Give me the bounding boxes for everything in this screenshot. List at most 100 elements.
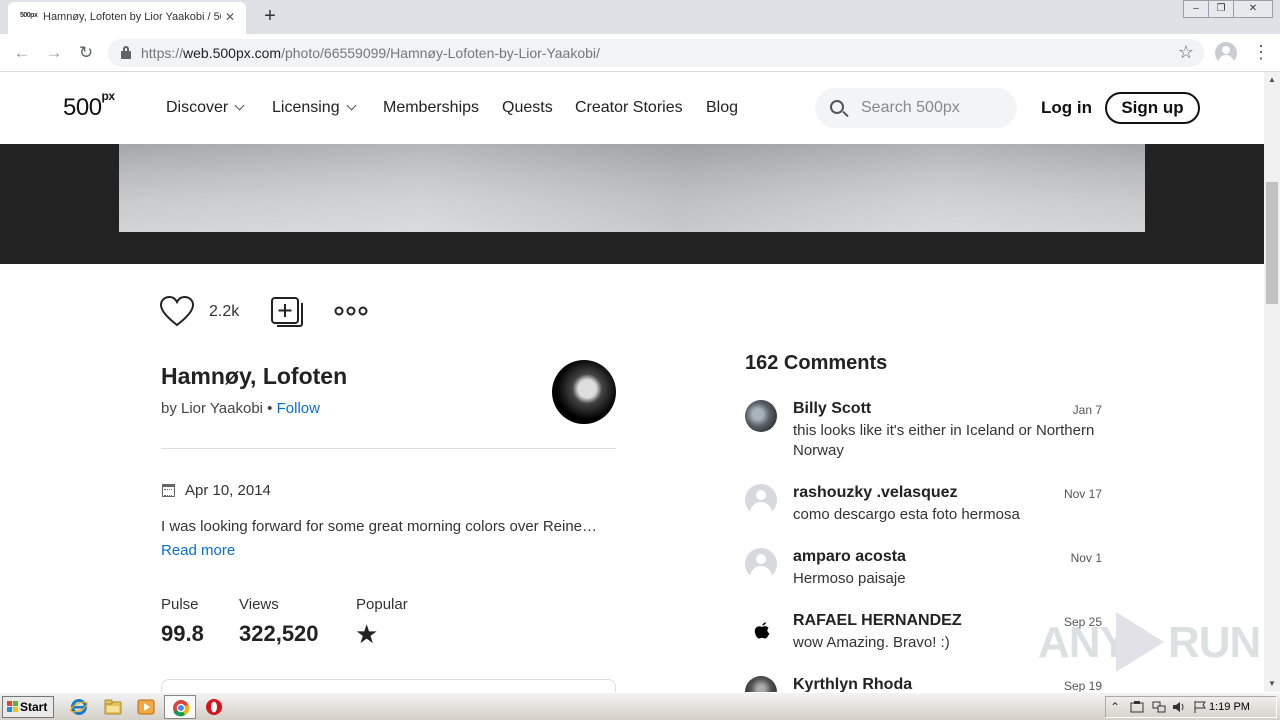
chrome-taskbar-button[interactable]: [164, 695, 196, 719]
start-button[interactable]: Start: [2, 696, 54, 718]
calendar-icon: [162, 484, 175, 497]
photo-viewer: [0, 144, 1264, 264]
nav-creator-stories[interactable]: Creator Stories: [575, 99, 683, 117]
action-center-icon[interactable]: [1130, 700, 1144, 714]
logo-suffix: px: [101, 89, 116, 103]
url-path: /photo/66559099/Hamnøy-Lofoten-by-Lior-Y…: [281, 45, 600, 61]
views-label: Views: [239, 596, 279, 613]
500px-logo[interactable]: 500px: [63, 89, 115, 122]
window-close-button[interactable]: ✕: [1233, 0, 1273, 18]
commenter-name[interactable]: amparo acosta: [793, 548, 906, 566]
bookmark-star-icon[interactable]: ☆: [1178, 42, 1194, 63]
window-restore-button[interactable]: ❐: [1208, 0, 1234, 18]
heart-icon[interactable]: [160, 296, 194, 328]
comment-item: Billy Scott Jan 7 this looks like it's e…: [745, 400, 1105, 462]
lock-icon[interactable]: [121, 46, 131, 59]
comment-item: amparo acosta Nov 1 Hermoso paisaje: [745, 548, 1105, 590]
address-bar[interactable]: https://web.500px.com/photo/66559099/Ham…: [108, 39, 1204, 67]
browser-menu-icon[interactable]: ⋮: [1252, 42, 1270, 64]
commenter-name[interactable]: rashouzky .velasquez: [793, 484, 958, 502]
comment-date: Nov 1: [1070, 551, 1102, 565]
url-scheme: https://: [141, 45, 184, 61]
commenter-name[interactable]: RAFAEL HERNANDEZ: [793, 612, 962, 630]
chevron-down-icon: [346, 100, 357, 111]
site-header: 500px Discover Licensing Memberships Que…: [0, 72, 1264, 144]
commenter-name[interactable]: Billy Scott: [793, 400, 871, 418]
watermark-play-icon: [1116, 612, 1164, 672]
scroll-down-arrow-icon[interactable]: ▼: [1264, 676, 1280, 692]
page-scrollbar[interactable]: [1264, 72, 1280, 692]
signup-button[interactable]: Sign up: [1105, 92, 1200, 124]
nav-licensing[interactable]: Licensing: [272, 99, 357, 117]
logo-text: 500: [63, 94, 102, 121]
back-button[interactable]: ←: [10, 41, 34, 65]
login-link[interactable]: Log in: [1041, 98, 1092, 118]
comment-date: Sep 19: [1063, 679, 1102, 692]
nav-memberships[interactable]: Memberships: [383, 99, 479, 117]
comment-item: Kyrthlyn Rhoda Sep 19: [745, 676, 1105, 692]
popular-label: Popular: [356, 596, 408, 613]
start-label: Start: [20, 700, 48, 714]
site-search[interactable]: [815, 88, 1017, 128]
profile-avatar-icon[interactable]: [1215, 42, 1237, 64]
divider: [161, 448, 616, 449]
author-avatar[interactable]: [552, 360, 616, 424]
tray-expand-icon[interactable]: ⌃: [1110, 700, 1120, 714]
reload-button[interactable]: ↻: [74, 41, 98, 65]
watermark-any: ANY: [1038, 618, 1129, 667]
nav-discover[interactable]: Discover: [166, 99, 245, 117]
comments-heading: 162 Comments: [745, 352, 888, 374]
flag-icon[interactable]: [1193, 700, 1207, 714]
commenter-avatar[interactable]: [745, 612, 777, 644]
follow-link[interactable]: Follow: [277, 400, 320, 417]
opera-icon[interactable]: [205, 698, 223, 716]
nav-blog[interactable]: Blog: [706, 99, 738, 117]
nav-quests[interactable]: Quests: [502, 99, 553, 117]
url-text[interactable]: https://web.500px.com/photo/66559099/Ham…: [141, 45, 600, 61]
comment-text: como descargo esta foto hermosa: [793, 506, 1020, 523]
commenter-avatar[interactable]: [745, 484, 777, 516]
commenter-avatar[interactable]: [745, 400, 777, 432]
url-host: web.500px.com: [183, 45, 282, 61]
chrome-icon: [173, 700, 190, 717]
new-tab-button[interactable]: +: [258, 4, 282, 28]
system-clock[interactable]: 1:19 PM: [1209, 701, 1250, 713]
volume-icon[interactable]: [1172, 700, 1186, 714]
browser-toolbar: ← → ↻ https://web.500px.com/photo/665590…: [0, 34, 1280, 72]
browser-tab[interactable]: 500px Hamnøy, Lofoten by Lior Yaakobi / …: [8, 2, 246, 34]
more-options-icon[interactable]: [334, 300, 368, 322]
windows-logo-icon: [7, 701, 18, 712]
500px-favicon-icon: 500px: [20, 12, 38, 19]
network-icon[interactable]: [1152, 700, 1166, 714]
photo-title: Hamnøy, Lofoten: [161, 363, 348, 389]
chevron-down-icon: [234, 100, 245, 111]
forward-button[interactable]: →: [42, 41, 66, 65]
like-count: 2.2k: [209, 303, 240, 320]
author-name[interactable]: by Lior Yaakobi •: [161, 400, 272, 417]
comment-text: this looks like it's either in Iceland o…: [793, 422, 1095, 459]
scroll-up-arrow-icon[interactable]: ▲: [1264, 72, 1280, 88]
tab-close-icon[interactable]: ✕: [222, 9, 238, 25]
add-to-gallery-icon[interactable]: [270, 296, 304, 328]
comment-date: Nov 17: [1063, 487, 1102, 501]
file-explorer-icon[interactable]: [104, 698, 122, 716]
read-more-link[interactable]: Read more: [161, 542, 235, 559]
watermark-run: RUN: [1168, 618, 1261, 667]
nav-discover-label: Discover: [166, 99, 229, 116]
system-tray: ⌃: [1105, 696, 1277, 718]
media-player-icon[interactable]: [137, 698, 155, 716]
tab-title: Hamnøy, Lofoten by Lior Yaakobi / 500px: [43, 11, 221, 23]
pulse-label: Pulse: [161, 596, 199, 613]
internet-explorer-icon[interactable]: [70, 698, 88, 716]
window-minimize-button[interactable]: –: [1183, 0, 1209, 18]
comment-date: Jan 7: [1072, 403, 1102, 417]
scrollbar-thumb[interactable]: [1266, 182, 1278, 304]
main-photo[interactable]: [119, 144, 1145, 232]
commenter-name[interactable]: Kyrthlyn Rhoda: [793, 676, 912, 692]
commenter-avatar[interactable]: [745, 548, 777, 580]
commenter-avatar[interactable]: [745, 676, 777, 692]
search-input[interactable]: [861, 98, 1007, 118]
anyrun-watermark: ANY RUN: [1038, 606, 1261, 676]
views-value: 322,520: [239, 621, 319, 646]
search-icon: [830, 100, 844, 114]
